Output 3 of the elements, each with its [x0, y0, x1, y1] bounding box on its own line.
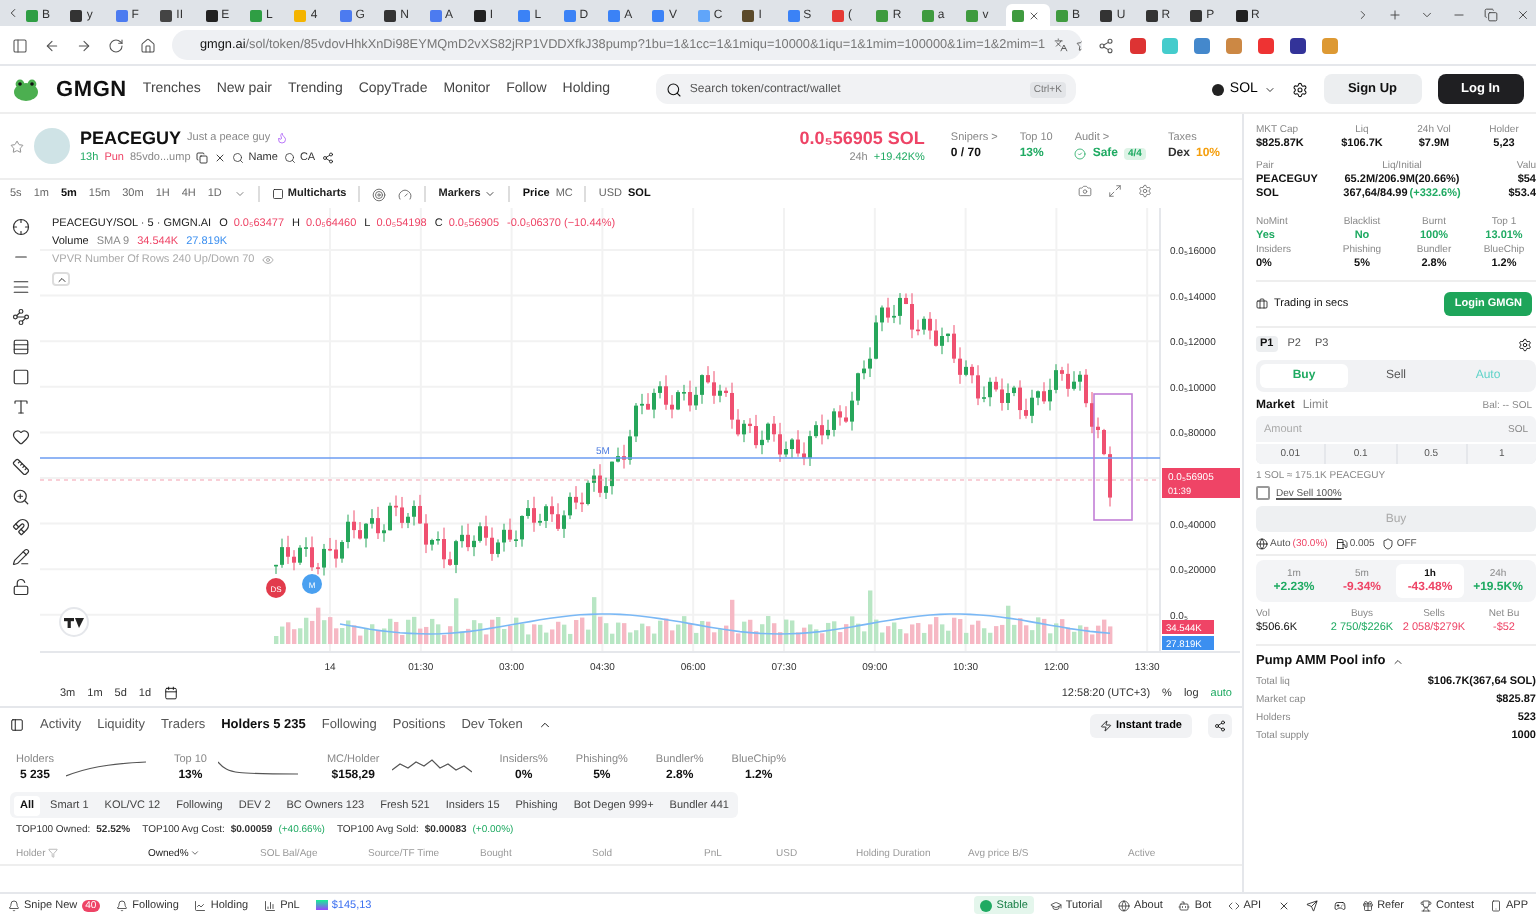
token-name: PEACEGUY — [80, 128, 182, 148]
logo-text: GMGN — [56, 77, 127, 101]
token-price: 0.0₅56905 SOL — [799, 128, 925, 148]
